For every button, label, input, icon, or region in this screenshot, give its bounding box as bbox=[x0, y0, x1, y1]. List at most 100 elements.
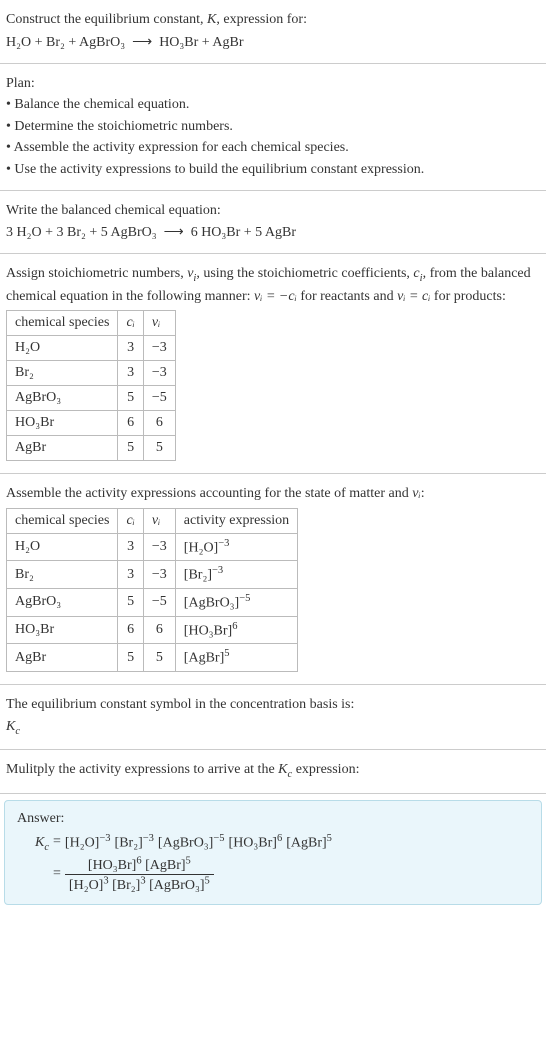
exp: −5 bbox=[213, 833, 224, 844]
cell-activity: [AgBr]5 bbox=[175, 644, 297, 672]
cell-nu: −3 bbox=[143, 336, 175, 361]
kc-equals-block: = [H₂O]−3 [Br₂]−3 [AgBrO₃]−5 [HO₃Br]6 [A… bbox=[53, 833, 332, 894]
cell-species: HO₃Br bbox=[7, 616, 118, 644]
balanced-arrow: ⟶ bbox=[164, 225, 184, 240]
k-base: K bbox=[6, 719, 15, 734]
stoich-intro: Assign stoichiometric numbers, νi, using… bbox=[6, 264, 540, 306]
cell-species: Br₂ bbox=[7, 561, 118, 589]
nu-symbol: νᵢ bbox=[412, 486, 420, 501]
plan-item: • Use the activity expressions to build … bbox=[6, 160, 540, 180]
intro-text-post: , expression for: bbox=[216, 12, 307, 27]
text: , using the stoichiometric coefficients, bbox=[196, 266, 413, 281]
table-row: HO₃Br66 bbox=[7, 411, 176, 436]
base: [Br₂] bbox=[112, 878, 140, 893]
text: Mulitply the activity expressions to arr… bbox=[6, 762, 278, 777]
exp: 3 bbox=[140, 875, 145, 886]
k-base: K bbox=[278, 762, 287, 777]
exp: −3 bbox=[212, 565, 223, 576]
col-species: chemical species bbox=[7, 311, 118, 336]
activity-section: Assemble the activity expressions accoun… bbox=[0, 474, 546, 685]
activity-intro: Assemble the activity expressions accoun… bbox=[6, 484, 540, 504]
exp: 6 bbox=[136, 855, 141, 866]
term: [AgBrO₃]5 bbox=[149, 878, 210, 893]
cell-species: AgBrO₃ bbox=[7, 589, 118, 617]
intro-K: K bbox=[207, 12, 216, 27]
cell-c: 3 bbox=[118, 533, 143, 561]
cell-c: 3 bbox=[118, 561, 143, 589]
text: for reactants and bbox=[297, 289, 397, 304]
nui-label: νᵢ bbox=[152, 513, 160, 528]
eq-arrow: ⟶ bbox=[132, 35, 152, 50]
kc-symbol: Kc bbox=[6, 717, 540, 739]
numerator: [HO₃Br]6 [AgBr]5 bbox=[65, 855, 214, 875]
nui-label: νᵢ bbox=[152, 315, 160, 330]
exp: −3 bbox=[143, 833, 154, 844]
equals: = bbox=[53, 866, 61, 882]
intro-section: Construct the equilibrium constant, K, e… bbox=[0, 0, 546, 64]
cell-c: 3 bbox=[118, 361, 143, 386]
col-species: chemical species bbox=[7, 508, 118, 533]
balanced-section: Write the balanced chemical equation: 3 … bbox=[0, 191, 546, 255]
k-sub: c bbox=[44, 841, 49, 852]
col-ci: cᵢ bbox=[118, 311, 143, 336]
base: [AgBrO₃] bbox=[184, 596, 239, 611]
balanced-rhs: 6 HO₃Br + 5 AgBr bbox=[191, 225, 296, 240]
base: [AgBr] bbox=[184, 651, 224, 666]
text: for products: bbox=[430, 289, 505, 304]
cell-nu: −3 bbox=[143, 561, 175, 589]
base: [AgBrO₃] bbox=[149, 878, 204, 893]
cell-activity: [H₂O]−3 bbox=[175, 533, 297, 561]
cell-c: 6 bbox=[118, 616, 143, 644]
term: [H₂O]−3 bbox=[65, 833, 111, 852]
base: [HO₃Br] bbox=[184, 623, 232, 638]
exp: −3 bbox=[218, 538, 229, 549]
cell-species: AgBr bbox=[7, 644, 118, 672]
text: expression: bbox=[292, 762, 359, 777]
table-header-row: chemical species cᵢ νᵢ bbox=[7, 311, 176, 336]
cell-nu: 6 bbox=[143, 616, 175, 644]
plan-item: • Balance the chemical equation. bbox=[6, 95, 540, 115]
term: [HO₃Br]6 bbox=[229, 833, 283, 852]
answer-title: Answer: bbox=[17, 811, 529, 827]
cell-c: 5 bbox=[118, 386, 143, 411]
col-nui: νᵢ bbox=[143, 508, 175, 533]
balanced-lhs: 3 H₂O + 3 Br₂ + 5 AgBrO₃ bbox=[6, 225, 157, 240]
stoich-section: Assign stoichiometric numbers, νi, using… bbox=[0, 254, 546, 474]
relation: νᵢ = −cᵢ bbox=[254, 289, 297, 304]
eq-rhs: HO₃Br + AgBr bbox=[159, 35, 243, 50]
cell-nu: 6 bbox=[143, 411, 175, 436]
base: [H₂O] bbox=[69, 878, 103, 893]
base: [AgBr] bbox=[145, 858, 185, 873]
cell-species: AgBr bbox=[7, 436, 118, 461]
base: [AgBr] bbox=[286, 835, 326, 850]
cell-activity: [HO₃Br]6 bbox=[175, 616, 297, 644]
base: [HO₃Br] bbox=[88, 858, 136, 873]
cell-c: 5 bbox=[118, 436, 143, 461]
base: [H₂O] bbox=[184, 540, 218, 555]
exp: −3 bbox=[99, 833, 110, 844]
intro-line: Construct the equilibrium constant, K, e… bbox=[6, 10, 540, 30]
table-row: Br₂3−3 bbox=[7, 361, 176, 386]
fraction: [HO₃Br]6 [AgBr]5 [H₂O]3 [Br₂]3 [AgBrO₃]5 bbox=[65, 855, 214, 893]
cell-c: 6 bbox=[118, 411, 143, 436]
activity-table: chemical species cᵢ νᵢ activity expressi… bbox=[6, 508, 298, 672]
cell-activity: [Br₂]−3 bbox=[175, 561, 297, 589]
table-row: AgBr55[AgBr]5 bbox=[7, 644, 298, 672]
exp: 6 bbox=[232, 621, 237, 632]
term: [AgBr]5 bbox=[145, 858, 191, 873]
eq-lhs: H₂O + Br₂ + AgBrO₃ bbox=[6, 35, 125, 50]
kc-fraction-row: = [HO₃Br]6 [AgBr]5 [H₂O]3 [Br₂]3 [AgBrO₃… bbox=[53, 855, 332, 893]
cell-species: HO₃Br bbox=[7, 411, 118, 436]
balanced-title: Write the balanced chemical equation: bbox=[6, 201, 540, 221]
term: [HO₃Br]6 bbox=[88, 858, 142, 873]
col-activity: activity expression bbox=[175, 508, 297, 533]
kc-label: Kc bbox=[35, 833, 49, 853]
kc-symbol-line: The equilibrium constant symbol in the c… bbox=[6, 695, 540, 715]
denominator: [H₂O]3 [Br₂]3 [AgBrO₃]5 bbox=[65, 875, 214, 894]
table-row: HO₃Br66[HO₃Br]6 bbox=[7, 616, 298, 644]
cell-species: Br₂ bbox=[7, 361, 118, 386]
balanced-equation: 3 H₂O + 3 Br₂ + 5 AgBrO₃ ⟶ 6 HO₃Br + 5 A… bbox=[6, 224, 540, 241]
plan-section: Plan: • Balance the chemical equation. •… bbox=[0, 64, 546, 191]
plan-title: Plan: bbox=[6, 74, 540, 94]
ci-label: cᵢ bbox=[126, 315, 134, 330]
